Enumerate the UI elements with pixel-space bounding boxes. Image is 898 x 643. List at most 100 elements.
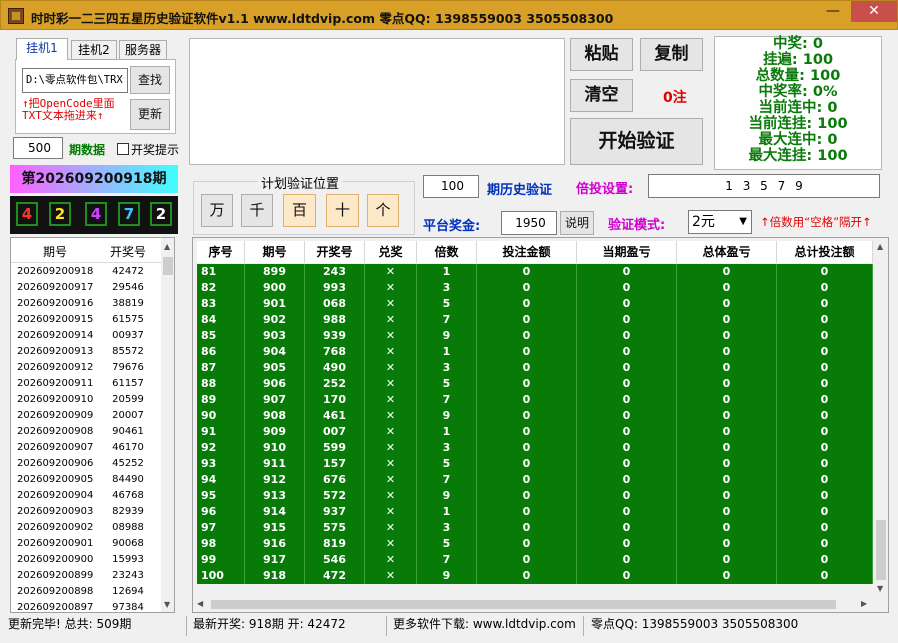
verify-mode-select[interactable]: 2元 ▼: [688, 210, 752, 234]
verification-row[interactable]: 85 903 939 ✕ 9 0 0 0 0: [197, 328, 873, 344]
verification-row[interactable]: 82 900 993 ✕ 3 0 0 0 0: [197, 280, 873, 296]
verification-row[interactable]: 97 915 575 ✕ 3 0 0 0 0: [197, 520, 873, 536]
verification-row[interactable]: 83 901 068 ✕ 5 0 0 0 0: [197, 296, 873, 312]
draw-history-row[interactable]: 202609200904 46768: [11, 488, 161, 504]
hscroll-left-arrow[interactable]: ◀: [197, 599, 203, 608]
draw-history-row[interactable]: 202609200918 42472: [11, 264, 161, 280]
number-input-area[interactable]: [189, 38, 565, 165]
draw-history-row[interactable]: 202609200911 61157: [11, 376, 161, 392]
verification-row[interactable]: 100 918 472 ✕ 9 0 0 0 0: [197, 568, 873, 584]
scroll-down-arrow[interactable]: ▼: [164, 600, 170, 609]
main-hscrollbar[interactable]: ◀ ▶: [193, 596, 874, 612]
draw-history-row[interactable]: 202609200901 90068: [11, 536, 161, 552]
draw-history-row[interactable]: 202609200903 82939: [11, 504, 161, 520]
draw-history-row[interactable]: 202609200909 20007: [11, 408, 161, 424]
position-ge-button[interactable]: 个: [367, 194, 399, 227]
verification-row[interactable]: 89 907 170 ✕ 7 0 0 0 0: [197, 392, 873, 408]
position-wan-button[interactable]: 万: [201, 194, 233, 227]
draw-number-cell: 79676: [112, 362, 144, 373]
tab-server[interactable]: 服务器: [119, 40, 167, 60]
col-multiple-header[interactable]: 倍数: [417, 241, 477, 263]
bet-amount-cell: 0: [477, 312, 577, 328]
draw-history-row[interactable]: 202609200910 20599: [11, 392, 161, 408]
period-cell: 202609200912: [17, 362, 94, 373]
clear-button[interactable]: 清空: [570, 79, 633, 112]
position-qian-button[interactable]: 千: [241, 194, 273, 227]
col-total-bet-header[interactable]: 总计投注额: [777, 241, 873, 263]
total-bet-cell: 0: [777, 296, 873, 312]
position-bai-button[interactable]: 百: [283, 194, 316, 227]
period-profit-cell: 0: [577, 568, 677, 584]
draw-history-table[interactable]: 期号 开奖号 202609200918 42472 202609200917 2954…: [10, 237, 175, 613]
verification-row[interactable]: 88 906 252 ✕ 5 0 0 0 0: [197, 376, 873, 392]
file-path-field[interactable]: D:\零点软件包\TRX: [22, 68, 128, 93]
verification-row[interactable]: 81 899 243 ✕ 1 0 0 0 0: [197, 264, 873, 280]
vscroll-down-arrow[interactable]: ▼: [877, 584, 883, 593]
col-total-profit-header[interactable]: 总体盈亏: [677, 241, 777, 263]
draw-history-row[interactable]: 202609200915 61575: [11, 312, 161, 328]
main-vscroll-thumb[interactable]: [876, 520, 886, 580]
update-button[interactable]: 更新: [130, 99, 170, 130]
draw-history-row[interactable]: 202609200898 12694: [11, 584, 161, 600]
draw-history-row[interactable]: 202609200907 46170: [11, 440, 161, 456]
draw-history-row[interactable]: 202609200912 79676: [11, 360, 161, 376]
main-hscroll-thumb[interactable]: [211, 600, 836, 609]
draw-history-row[interactable]: 202609200897 97384: [11, 600, 161, 612]
left-scroll-thumb[interactable]: [163, 257, 173, 275]
col-redeem-header[interactable]: 兑奖: [365, 241, 417, 263]
bet-setting-input[interactable]: 1 3 5 7 9: [648, 174, 880, 198]
verification-row[interactable]: 94 912 676 ✕ 7 0 0 0 0: [197, 472, 873, 488]
verification-row[interactable]: 84 902 988 ✕ 7 0 0 0 0: [197, 312, 873, 328]
col-period-header[interactable]: 期号: [245, 241, 305, 263]
verification-row[interactable]: 95 913 572 ✕ 9 0 0 0 0: [197, 488, 873, 504]
main-vscrollbar[interactable]: ▲ ▼: [874, 238, 888, 596]
period-cell: 903: [245, 328, 305, 344]
verification-table[interactable]: 序号 期号 开奖号 兑奖 倍数 投注金额 当期盈亏 总体盈亏 总计投注额 81 899 243 ✕ 1 0…: [192, 237, 889, 613]
draw-history-row[interactable]: 202609200913 85572: [11, 344, 161, 360]
verification-row[interactable]: 90 908 461 ✕ 9 0 0 0 0: [197, 408, 873, 424]
verification-row[interactable]: 99 917 546 ✕ 7 0 0 0 0: [197, 552, 873, 568]
verification-row[interactable]: 93 911 157 ✕ 5 0 0 0 0: [197, 456, 873, 472]
verification-row[interactable]: 86 904 768 ✕ 1 0 0 0 0: [197, 344, 873, 360]
minimize-button[interactable]: —: [819, 1, 847, 22]
multiple-cell: 7: [417, 552, 477, 568]
draw-number-cell: 12694: [112, 586, 144, 597]
lottery-hint-checkbox[interactable]: [117, 143, 129, 155]
close-button[interactable]: ✕: [851, 1, 897, 22]
verification-row[interactable]: 92 910 599 ✕ 3 0 0 0 0: [197, 440, 873, 456]
draw-history-row[interactable]: 202609200900 15993: [11, 552, 161, 568]
vscroll-up-arrow[interactable]: ▲: [877, 242, 883, 251]
verification-row[interactable]: 96 914 937 ✕ 1 0 0 0 0: [197, 504, 873, 520]
scroll-up-arrow[interactable]: ▲: [164, 242, 170, 251]
bet-setting-label: 倍投设置:: [576, 182, 634, 197]
verification-row[interactable]: 91 909 007 ✕ 1 0 0 0 0: [197, 424, 873, 440]
col-period-profit-header[interactable]: 当期盈亏: [577, 241, 677, 263]
draw-history-row[interactable]: 202609200906 45252: [11, 456, 161, 472]
draw-history-row[interactable]: 202609200916 38819: [11, 296, 161, 312]
start-verify-button[interactable]: 开始验证: [570, 118, 703, 165]
history-periods-input[interactable]: 100: [423, 175, 479, 198]
platform-bonus-input[interactable]: 1950: [501, 211, 557, 235]
paste-button[interactable]: 粘贴: [570, 38, 633, 71]
draw-history-row[interactable]: 202609200908 90461: [11, 424, 161, 440]
col-seq-header[interactable]: 序号: [197, 241, 245, 263]
draw-history-row[interactable]: 202609200905 84490: [11, 472, 161, 488]
draw-history-row[interactable]: 202609200899 23243: [11, 568, 161, 584]
period-profit-cell: 0: [577, 440, 677, 456]
find-button[interactable]: 查找: [130, 66, 170, 94]
left-scrollbar[interactable]: ▲ ▼: [161, 238, 174, 612]
tab-guaji1[interactable]: 挂机1: [16, 38, 68, 60]
period-count-input[interactable]: 500: [13, 137, 63, 159]
copy-button[interactable]: 复制: [640, 38, 703, 71]
position-shi-button[interactable]: 十: [326, 194, 359, 227]
verification-row[interactable]: 98 916 819 ✕ 5 0 0 0 0: [197, 536, 873, 552]
tab-guaji2[interactable]: 挂机2: [71, 40, 117, 60]
col-draw-header[interactable]: 开奖号: [305, 241, 365, 263]
draw-history-row[interactable]: 202609200917 29546: [11, 280, 161, 296]
col-bet-amount-header[interactable]: 投注金额: [477, 241, 577, 263]
draw-history-row[interactable]: 202609200902 08988: [11, 520, 161, 536]
draw-history-row[interactable]: 202609200914 00937: [11, 328, 161, 344]
verification-row[interactable]: 87 905 490 ✕ 3 0 0 0 0: [197, 360, 873, 376]
explain-button[interactable]: 说明: [560, 211, 594, 235]
hscroll-right-arrow[interactable]: ▶: [861, 599, 867, 608]
